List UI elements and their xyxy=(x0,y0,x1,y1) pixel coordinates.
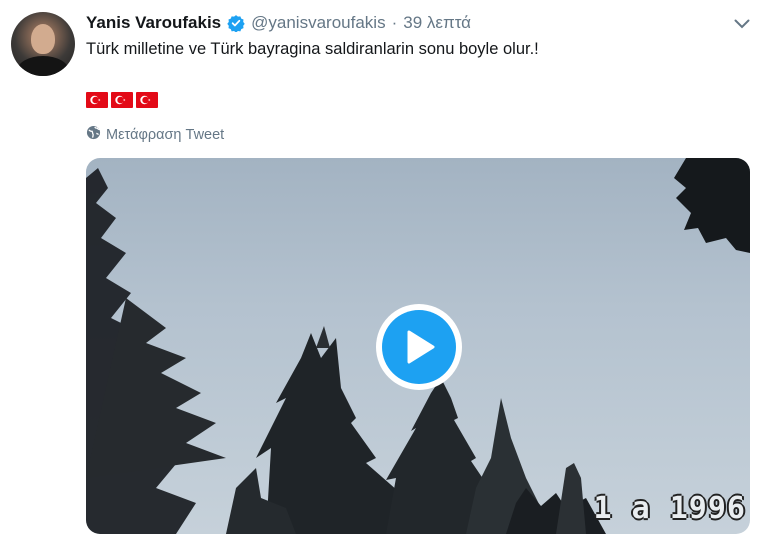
verified-badge-icon xyxy=(227,14,245,32)
play-button[interactable] xyxy=(376,304,462,390)
tweet-timestamp[interactable]: 39 λεπτά xyxy=(403,13,471,33)
video-date-stamp: 1 a 1996 xyxy=(593,491,746,526)
turkey-flag-icon xyxy=(136,92,158,108)
flag-emojis xyxy=(86,92,158,108)
author-name[interactable]: Yanis Varoufakis xyxy=(86,13,221,33)
video-player[interactable]: 1 a 1996 xyxy=(86,158,750,534)
translate-tweet-link[interactable]: Μετάφραση Tweet xyxy=(86,125,224,144)
author-handle[interactable]: @yanisvaroufakis xyxy=(251,13,385,33)
separator-dot: · xyxy=(391,13,398,32)
avatar-head xyxy=(31,24,55,54)
play-icon xyxy=(382,310,456,384)
tweet-text: Türk milletine ve Türk bayragina saldira… xyxy=(86,40,539,58)
tweet-header: Yanis Varoufakis @yanisvaroufakis · 39 λ… xyxy=(86,12,471,34)
chevron-down-icon[interactable] xyxy=(732,14,752,34)
translate-label: Μετάφραση Tweet xyxy=(106,126,225,143)
turkey-flag-icon xyxy=(86,92,108,108)
avatar[interactable] xyxy=(11,12,75,76)
turkey-flag-icon xyxy=(111,92,133,108)
globe-icon xyxy=(86,125,101,144)
avatar-shirt xyxy=(17,56,69,76)
